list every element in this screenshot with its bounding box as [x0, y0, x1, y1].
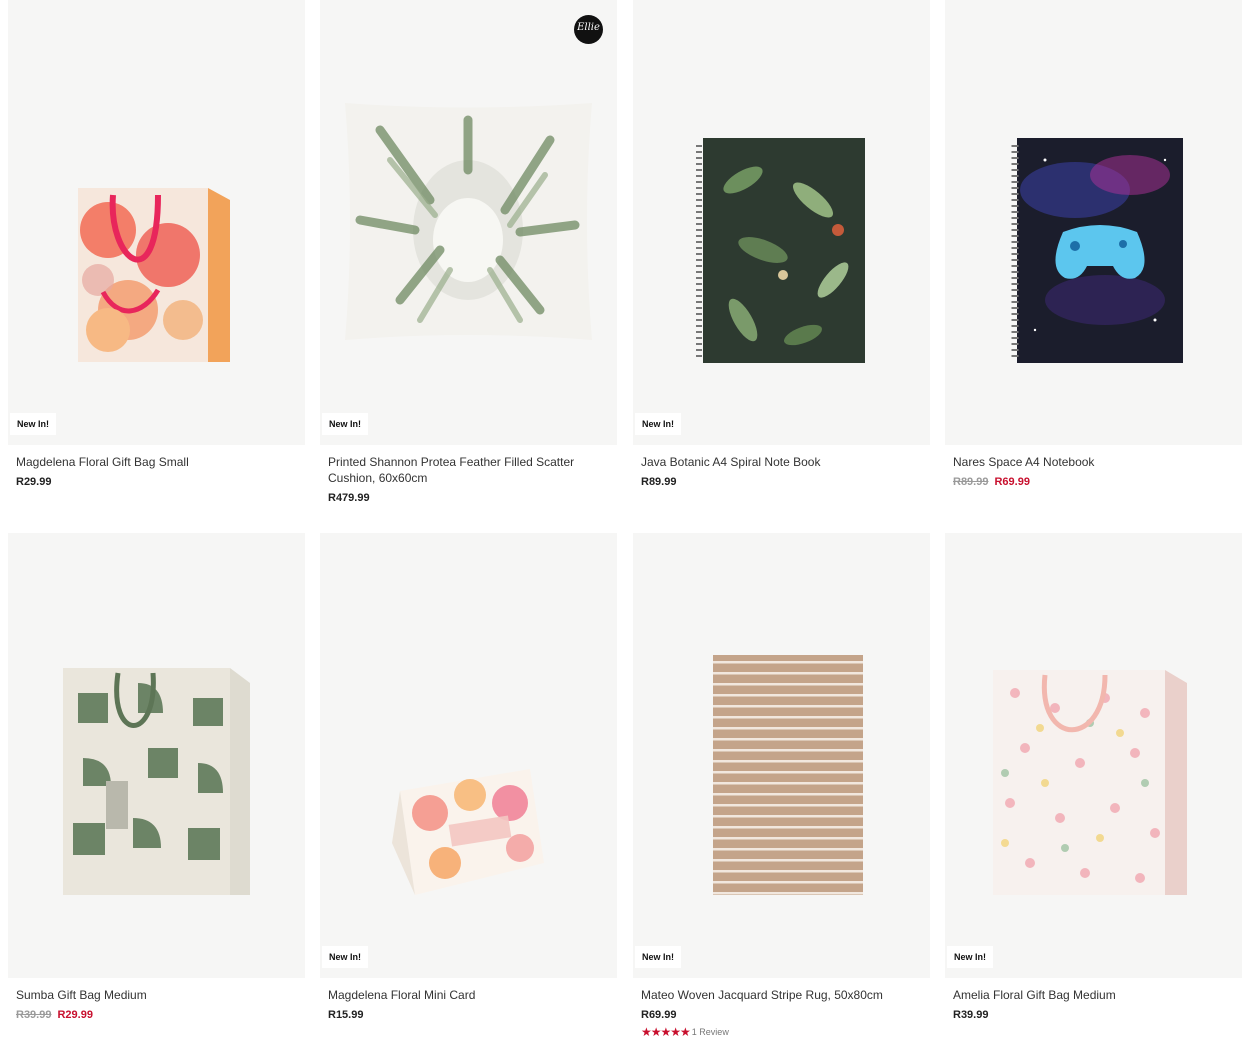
new-in-badge: New In!: [322, 946, 369, 968]
product-image-link[interactable]: New In!: [945, 533, 1242, 978]
product-card[interactable]: New In! Amelia Floral Gift Bag Medium R3…: [945, 533, 1242, 1023]
product-image-link[interactable]: [8, 533, 305, 978]
product-price: R479.99: [328, 490, 609, 506]
price-sale: R29.99: [57, 1009, 93, 1021]
product-card[interactable]: Ellie New In! Printed Shannon Protea Fea…: [320, 0, 617, 506]
product-price: R29.99: [16, 474, 297, 490]
pink-floral-gift-bag-image: [993, 670, 1187, 895]
product-price: R39.99: [953, 1007, 1234, 1023]
price-current: R29.99: [16, 476, 52, 488]
product-image-link[interactable]: New In!: [633, 533, 930, 978]
botanic-notebook-image: [696, 138, 865, 363]
product-image-link[interactable]: New In!: [320, 533, 617, 978]
new-in-badge: New In!: [635, 946, 682, 968]
price-original: R39.99: [16, 1009, 52, 1021]
floral-gift-bag-image: [78, 188, 230, 362]
product-title[interactable]: Magdelena Floral Gift Bag Small: [16, 454, 297, 470]
product-card[interactable]: Nares Space A4 Notebook R89.99 R69.99: [945, 0, 1242, 490]
space-notebook-image: [1011, 138, 1183, 363]
product-title[interactable]: Printed Shannon Protea Feather Filled Sc…: [328, 454, 609, 486]
price-current: R39.99: [953, 1009, 989, 1021]
product-price: R39.99 R29.99: [16, 1007, 297, 1023]
new-in-badge: New In!: [10, 413, 57, 435]
price-sale: R69.99: [994, 476, 1030, 488]
product-rating[interactable]: ★★★★★ 1 Review: [641, 1025, 922, 1039]
product-title[interactable]: Mateo Woven Jacquard Stripe Rug, 50x80cm: [641, 987, 922, 1003]
product-title[interactable]: Nares Space A4 Notebook: [953, 454, 1234, 470]
floral-mini-card-image: [392, 769, 544, 895]
product-title[interactable]: Sumba Gift Bag Medium: [16, 987, 297, 1003]
brand-logo-icon: Ellie: [574, 15, 603, 44]
review-count[interactable]: 1 Review: [692, 1027, 729, 1037]
product-price: R15.99: [328, 1007, 609, 1023]
protea-cushion-image: [345, 103, 592, 340]
product-title[interactable]: Java Botanic A4 Spiral Note Book: [641, 454, 922, 470]
product-card[interactable]: Sumba Gift Bag Medium R39.99 R29.99: [8, 533, 305, 1023]
price-current: R69.99: [641, 1009, 677, 1021]
price-current: R89.99: [641, 476, 677, 488]
product-card[interactable]: New In! Java Botanic A4 Spiral Note Book…: [633, 0, 930, 490]
product-grid: New In! Magdelena Floral Gift Bag Small …: [0, 0, 1250, 1052]
product-image-link[interactable]: [945, 0, 1242, 445]
new-in-badge: New In!: [635, 413, 682, 435]
product-card[interactable]: New In! Magdelena Floral Gift Bag Small …: [8, 0, 305, 490]
price-original: R89.99: [953, 476, 989, 488]
stripe-rug-image: [713, 655, 863, 895]
product-price: R89.99: [641, 474, 922, 490]
price-current: R15.99: [328, 1009, 364, 1021]
product-image-link[interactable]: Ellie New In!: [320, 0, 617, 445]
product-price: R89.99 R69.99: [953, 474, 1234, 490]
product-title[interactable]: Amelia Floral Gift Bag Medium: [953, 987, 1234, 1003]
product-image-link[interactable]: New In!: [8, 0, 305, 445]
product-card[interactable]: New In! Magdelena Floral Mini Card R15.9…: [320, 533, 617, 1023]
product-title[interactable]: Magdelena Floral Mini Card: [328, 987, 609, 1003]
new-in-badge: New In!: [322, 413, 369, 435]
star-rating-icon: ★★★★★: [641, 1025, 691, 1039]
new-in-badge: New In!: [947, 946, 994, 968]
green-gift-bag-image: [63, 668, 250, 895]
price-current: R479.99: [328, 492, 370, 504]
product-image-link[interactable]: New In!: [633, 0, 930, 445]
product-card[interactable]: New In! Mateo Woven Jacquard Stripe Rug,…: [633, 533, 930, 1039]
product-price: R69.99: [641, 1007, 922, 1023]
